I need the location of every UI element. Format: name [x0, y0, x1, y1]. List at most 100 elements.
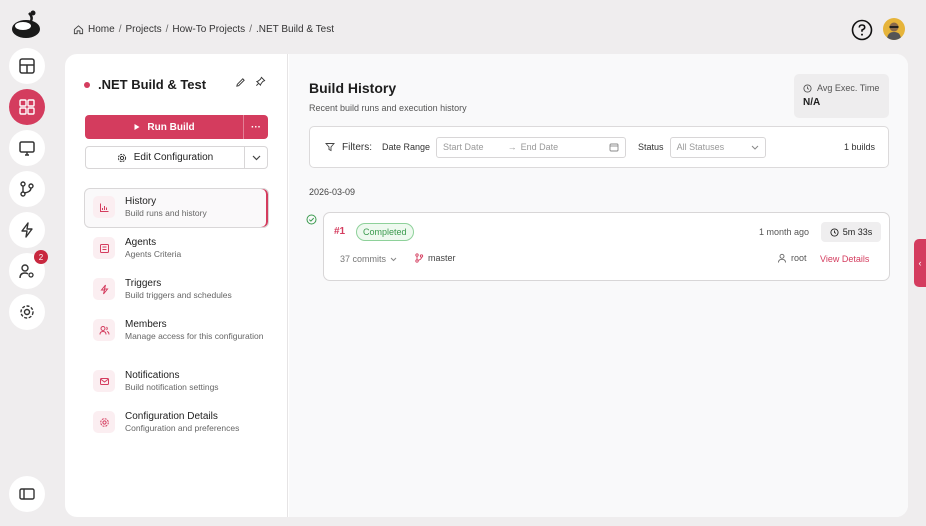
config-sidepanel: .NET Build & Test Run Build ··· Edit Con… [65, 54, 288, 517]
nav-item-members[interactable]: Members Manage access for this configura… [84, 311, 269, 361]
build-duration-value: 5m 33s [842, 227, 873, 237]
nav-item-subtitle: Manage access for this configuration [125, 331, 264, 341]
monitor-icon[interactable] [9, 130, 45, 166]
nav-item-agents[interactable]: Agents Agents Criteria [84, 229, 269, 269]
nav-item-subtitle: Build runs and history [125, 208, 207, 218]
build-number[interactable]: #1 [334, 226, 345, 237]
build-time-ago: 1 month ago [759, 227, 810, 237]
breadcrumb: Home / Projects / How-To Projects / .NET… [73, 24, 334, 35]
build-user: root [777, 253, 807, 263]
end-date-input[interactable]: End Date [521, 142, 559, 152]
config-nav: History Build runs and history Agents Ag… [84, 188, 269, 444]
date-range-picker[interactable]: Start Date → End Date [436, 136, 627, 158]
agent-icon [93, 237, 115, 259]
calendar-icon [609, 143, 619, 152]
date-group-header: 2026-03-09 [309, 187, 356, 197]
nav-item-title: Members [125, 319, 167, 330]
check-circle-icon [306, 214, 317, 225]
user-icon [778, 253, 786, 263]
gear-icon [117, 153, 126, 162]
run-build-button[interactable]: Run Build [85, 115, 244, 139]
nav-item-triggers[interactable]: Triggers Build triggers and schedules [84, 270, 269, 310]
chevron-down-icon [252, 155, 260, 160]
layout-icon[interactable] [9, 48, 45, 84]
app-logo-icon[interactable] [9, 9, 43, 43]
branch-info: master [414, 253, 456, 263]
filters-bar: Filters: Date Range Start Date → End Dat… [309, 126, 889, 168]
edit-options-button[interactable] [245, 147, 267, 168]
build-duration: 5m 33s [821, 222, 881, 242]
view-details-link[interactable]: View Details [820, 254, 869, 264]
git-branch-icon [415, 253, 424, 263]
nav-item-title: Triggers [125, 278, 162, 289]
edit-configuration-button-group: Edit Configuration [85, 146, 268, 169]
notification-badge: 2 [34, 250, 48, 264]
filters-label: Filters: [342, 141, 372, 153]
commits-toggle[interactable]: 37 commits [340, 254, 397, 264]
side-panel-toggle[interactable]: ‹ [914, 239, 926, 287]
nav-item-title: Configuration Details [125, 411, 218, 422]
pin-icon[interactable] [255, 76, 266, 87]
filter-icon [325, 143, 335, 152]
nav-item-subtitle: Configuration and preferences [125, 423, 240, 433]
user-settings-icon[interactable]: 2 [9, 250, 48, 289]
mail-icon [93, 370, 115, 392]
chevron-left-icon: ‹ [918, 258, 922, 268]
play-icon [134, 124, 140, 130]
branch-name: master [428, 253, 456, 263]
home-icon [73, 25, 84, 35]
build-history-panel: Build History Recent build runs and exec… [289, 54, 908, 517]
git-branch-icon[interactable] [9, 171, 45, 207]
left-rail: 2 [0, 0, 52, 526]
users-icon [93, 319, 115, 341]
project-title: .NET Build & Test [84, 77, 206, 92]
run-build-button-group: Run Build ··· [85, 115, 268, 139]
page-title: Build History [309, 80, 397, 96]
lightning-icon [93, 278, 115, 300]
clock-icon [830, 227, 839, 237]
avg-exec-time-label: Avg Exec. Time [817, 83, 880, 93]
avg-exec-time-card: Avg Exec. Time N/A [794, 74, 889, 118]
gear-icon[interactable] [9, 294, 45, 330]
edit-configuration-button[interactable]: Edit Configuration [86, 147, 245, 168]
breadcrumb-home[interactable]: Home [88, 24, 115, 35]
chevron-down-icon [751, 145, 758, 150]
build-card[interactable]: #1 Completed 1 month ago 5m 33s 37 commi… [323, 212, 890, 281]
main-card: .NET Build & Test Run Build ··· Edit Con… [65, 54, 908, 517]
run-build-label: Run Build [147, 121, 195, 133]
gear-icon [93, 411, 115, 433]
pencil-icon[interactable] [235, 77, 246, 88]
status-badge: Completed [356, 223, 414, 241]
help-icon[interactable] [851, 19, 873, 41]
lightning-icon[interactable] [9, 212, 45, 248]
build-user-name: root [791, 253, 807, 263]
start-date-input[interactable]: Start Date [443, 142, 484, 152]
nav-item-notifications[interactable]: Notifications Build notification setting… [84, 362, 269, 402]
breadcrumb-how-to-projects[interactable]: How-To Projects [172, 24, 245, 35]
nav-item-subtitle: Build notification settings [125, 382, 219, 392]
commits-count: 37 commits [340, 254, 387, 264]
date-range-label: Date Range [382, 142, 431, 152]
nav-item-history[interactable]: History Build runs and history [84, 188, 269, 228]
breadcrumb-current: .NET Build & Test [255, 24, 334, 35]
nav-item-title: History [125, 196, 157, 207]
run-options-button[interactable]: ··· [244, 115, 268, 139]
clock-icon [803, 83, 812, 93]
sidebar-toggle-icon[interactable] [9, 476, 45, 512]
status-select[interactable]: All Statuses [669, 136, 766, 158]
edit-configuration-label: Edit Configuration [133, 152, 214, 163]
nav-item-subtitle: Build triggers and schedules [125, 290, 232, 300]
chevron-down-icon [390, 257, 397, 261]
avg-exec-time-value: N/A [803, 97, 821, 108]
nav-item-subtitle: Agents Criteria [125, 249, 182, 259]
dashboard-icon[interactable] [9, 89, 45, 125]
breadcrumb-projects[interactable]: Projects [125, 24, 161, 35]
status-dot [84, 81, 90, 88]
project-title-text: .NET Build & Test [98, 77, 207, 92]
arrow-right-icon: → [507, 142, 517, 152]
nav-item-title: Agents [125, 237, 157, 248]
avatar[interactable] [883, 18, 905, 40]
nav-item-configuration-details[interactable]: Configuration Details Configuration and … [84, 403, 269, 443]
chart-icon [93, 196, 115, 218]
status-select-value: All Statuses [676, 142, 725, 152]
